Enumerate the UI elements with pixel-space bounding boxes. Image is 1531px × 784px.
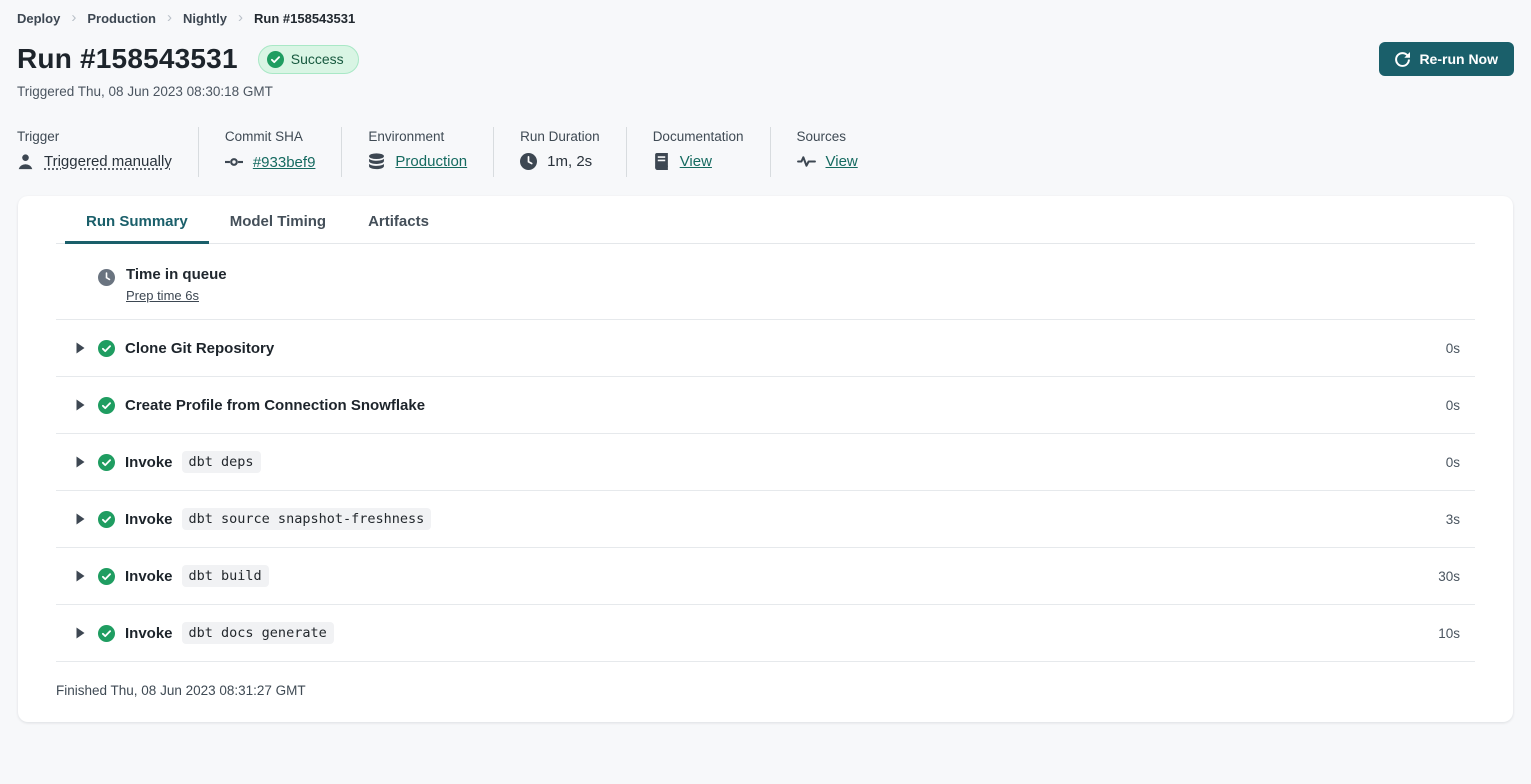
step-row-create-profile[interactable]: Create Profile from Connection Snowflake…	[56, 377, 1475, 434]
tabs: Run Summary Model Timing Artifacts	[56, 196, 1475, 244]
step-row-clone-git[interactable]: Clone Git Repository 0s	[56, 320, 1475, 377]
meta-label: Trigger	[17, 129, 172, 144]
rerun-now-label: Re-run Now	[1419, 51, 1498, 67]
clock-icon	[98, 266, 115, 303]
chevron-right-icon: ›	[167, 9, 172, 26]
caret-right-icon[interactable]	[74, 341, 86, 355]
step-command: dbt docs generate	[182, 622, 334, 644]
person-icon	[17, 153, 34, 170]
step-label: Invoke	[125, 625, 173, 642]
page-title: Run #158543531	[17, 43, 238, 75]
meta-cell-sources: Sources View	[771, 127, 884, 177]
sources-view-link[interactable]: View	[826, 153, 858, 170]
step-row-dbt-build[interactable]: Invoke dbt build 30s	[56, 548, 1475, 605]
step-row-dbt-docs-generate[interactable]: Invoke dbt docs generate 10s	[56, 605, 1475, 662]
step-row-dbt-deps[interactable]: Invoke dbt deps 0s	[56, 434, 1475, 491]
step-label: Invoke	[125, 568, 173, 585]
caret-right-icon[interactable]	[74, 512, 86, 526]
step-row-dbt-source-freshness[interactable]: Invoke dbt source snapshot-freshness 3s	[56, 491, 1475, 548]
rerun-now-button[interactable]: Re-run Now	[1379, 42, 1514, 76]
commit-sha-link[interactable]: #933bef9	[253, 154, 316, 171]
caret-right-icon[interactable]	[74, 398, 86, 412]
time-in-queue-block: Time in queue Prep time 6s	[56, 244, 1475, 320]
breadcrumb: Deploy › Production › Nightly › Run #158…	[17, 10, 1514, 27]
meta-cell-duration: Run Duration 1m, 2s	[494, 127, 627, 177]
run-summary-card: Run Summary Model Timing Artifacts Time …	[18, 196, 1513, 722]
step-duration: 0s	[1446, 398, 1460, 413]
book-icon	[653, 153, 670, 170]
step-duration: 10s	[1438, 626, 1460, 641]
step-duration: 30s	[1438, 569, 1460, 584]
tab-artifacts[interactable]: Artifacts	[347, 196, 450, 243]
step-label: Clone Git Repository	[125, 340, 274, 357]
meta-label: Run Duration	[520, 129, 600, 144]
finished-timestamp: Finished Thu, 08 Jun 2023 08:31:27 GMT	[56, 662, 1475, 698]
caret-right-icon[interactable]	[74, 626, 86, 640]
breadcrumb-item-run: Run #158543531	[254, 11, 355, 26]
meta-label: Environment	[368, 129, 467, 144]
check-circle-icon	[98, 397, 115, 414]
trigger-value: Triggered manually	[44, 153, 172, 170]
refresh-icon	[1395, 52, 1410, 67]
clock-icon	[520, 153, 537, 170]
check-circle-icon	[98, 625, 115, 642]
check-circle-icon	[98, 511, 115, 528]
meta-cell-commit: Commit SHA #933bef9	[199, 127, 343, 177]
commit-icon	[225, 153, 243, 171]
caret-right-icon[interactable]	[74, 569, 86, 583]
step-command: dbt deps	[182, 451, 261, 473]
triggered-timestamp: Triggered Thu, 08 Jun 2023 08:30:18 GMT	[17, 84, 1514, 99]
step-list: Clone Git Repository 0s Create Profile f…	[56, 320, 1475, 662]
run-meta-row: Trigger Triggered manually Commit SHA #9…	[17, 127, 1514, 177]
run-duration-value: 1m, 2s	[547, 153, 592, 170]
step-command: dbt build	[182, 565, 269, 587]
check-circle-icon	[267, 51, 284, 68]
meta-label: Documentation	[653, 129, 744, 144]
step-duration: 0s	[1446, 455, 1460, 470]
pulse-icon	[797, 153, 816, 170]
meta-label: Commit SHA	[225, 129, 316, 144]
chevron-right-icon: ›	[71, 9, 76, 26]
step-label: Create Profile from Connection Snowflake	[125, 397, 425, 414]
tab-model-timing[interactable]: Model Timing	[209, 196, 347, 243]
breadcrumb-item-production[interactable]: Production	[87, 11, 156, 26]
step-label: Invoke	[125, 511, 173, 528]
title-row: Run #158543531 Success Re-run Now	[17, 42, 1514, 76]
meta-label: Sources	[797, 129, 858, 144]
status-badge-label: Success	[291, 51, 344, 67]
check-circle-icon	[98, 340, 115, 357]
step-command: dbt source snapshot-freshness	[182, 508, 432, 530]
meta-cell-documentation: Documentation View	[627, 127, 771, 177]
page-header: Deploy › Production › Nightly › Run #158…	[0, 0, 1531, 177]
check-circle-icon	[98, 568, 115, 585]
step-label: Invoke	[125, 454, 173, 471]
prep-time-link[interactable]: Prep time 6s	[126, 288, 227, 303]
breadcrumb-item-nightly[interactable]: Nightly	[183, 11, 227, 26]
database-icon	[368, 153, 385, 170]
chevron-right-icon: ›	[238, 9, 243, 26]
meta-cell-trigger: Trigger Triggered manually	[17, 127, 199, 177]
documentation-view-link[interactable]: View	[680, 153, 712, 170]
check-circle-icon	[98, 454, 115, 471]
status-badge: Success	[258, 45, 359, 74]
step-duration: 3s	[1446, 512, 1460, 527]
meta-cell-environment: Environment Production	[342, 127, 494, 177]
breadcrumb-item-deploy[interactable]: Deploy	[17, 11, 60, 26]
environment-link[interactable]: Production	[395, 153, 467, 170]
step-duration: 0s	[1446, 341, 1460, 356]
caret-right-icon[interactable]	[74, 455, 86, 469]
tab-run-summary[interactable]: Run Summary	[65, 196, 209, 243]
time-in-queue-title: Time in queue	[126, 266, 227, 283]
